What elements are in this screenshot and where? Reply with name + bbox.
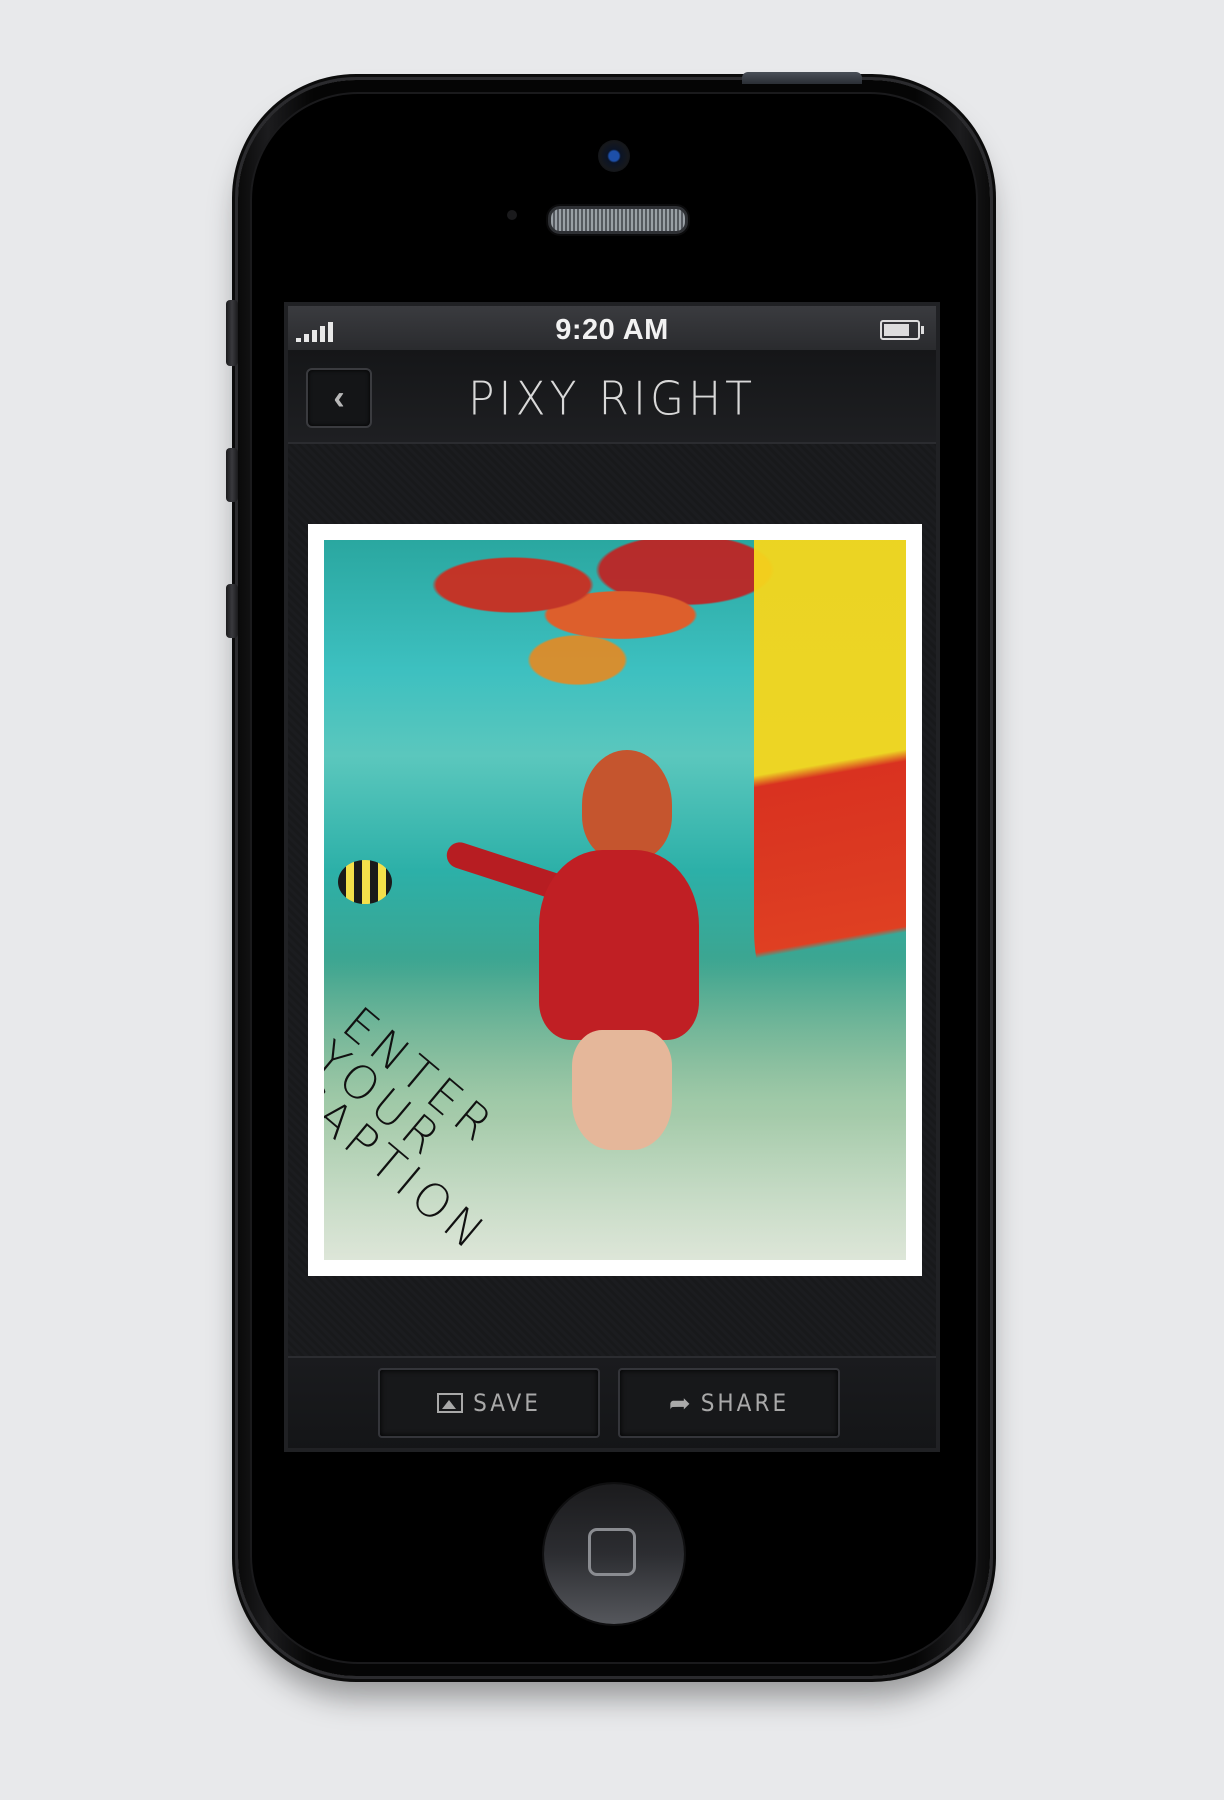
home-button[interactable]	[544, 1484, 684, 1624]
app-screen: 9:20 AM ‹ PIXY RIGHT ENTER YOUR CAPTION …	[284, 302, 940, 1452]
mute-switch	[226, 300, 238, 366]
photo-editor-area: ENTER YOUR CAPTION	[288, 444, 936, 1356]
status-time: 9:20 AM	[555, 314, 669, 346]
photo-image[interactable]: ENTER YOUR CAPTION	[324, 540, 906, 1260]
navigation-bar: ‹ PIXY RIGHT	[288, 350, 936, 444]
umbrella-graphic	[754, 540, 906, 1100]
subject-body	[539, 850, 699, 1040]
subject-legs	[572, 1030, 672, 1150]
subject-hair	[582, 750, 672, 860]
share-arrow-icon: ➦	[668, 1387, 691, 1418]
battery-icon	[880, 320, 924, 340]
proximity-sensor	[507, 210, 517, 220]
caption-text[interactable]: ENTER YOUR CAPTION	[324, 996, 552, 1260]
home-square-icon	[588, 1528, 636, 1576]
power-button	[742, 72, 862, 84]
earpiece-speaker	[548, 206, 688, 234]
share-label: SHARE	[700, 1389, 790, 1417]
volume-up-button	[226, 448, 238, 502]
share-button[interactable]: ➦ SHARE	[618, 1368, 840, 1438]
surface-reflection	[384, 540, 814, 690]
app-title: PIXY RIGHT	[467, 372, 757, 427]
save-label: SAVE	[473, 1389, 541, 1417]
fish-graphic	[338, 860, 392, 904]
bottom-toolbar: SAVE ➦ SHARE	[288, 1356, 936, 1448]
front-camera	[598, 140, 630, 172]
save-button[interactable]: SAVE	[378, 1368, 600, 1438]
battery-level	[884, 324, 910, 336]
photo-frame: ENTER YOUR CAPTION	[308, 524, 922, 1276]
status-bar: 9:20 AM	[288, 306, 936, 350]
image-icon	[437, 1393, 464, 1413]
volume-down-button	[226, 584, 238, 638]
